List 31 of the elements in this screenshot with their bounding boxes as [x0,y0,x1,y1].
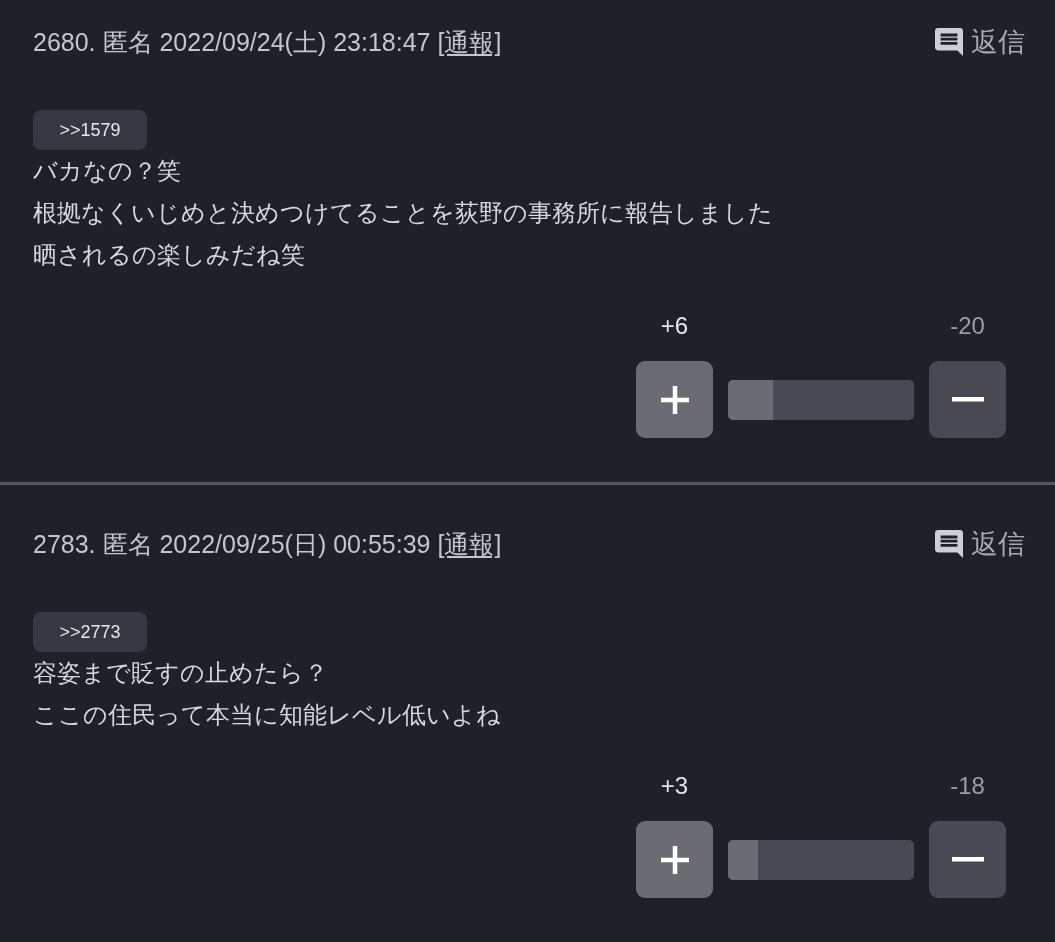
plus-icon [658,843,691,876]
upvote-count: +6 [660,311,689,341]
reply-button[interactable]: 返信 [935,526,1025,562]
report-link[interactable]: [通報] [437,526,502,562]
reply-button[interactable]: 返信 [935,24,1025,60]
post-number: 2783. [33,529,96,560]
minus-icon [951,857,984,862]
post-text-line: ここの住民って本当に知能レベル低いよね [33,700,502,730]
comment-icon [935,28,963,56]
upvote-button[interactable] [636,361,713,438]
post-text-line: バカなの？笑 [33,156,182,186]
report-link[interactable]: [通報] [437,24,502,60]
downvote-button[interactable] [929,361,1006,438]
upvote-count: +3 [660,771,689,801]
minus-icon [951,397,984,402]
downvote-count: -20 [950,311,985,341]
post-text-line: 根拠なくいじめと決めつけてることを荻野の事務所に報告しました [33,198,774,228]
upvote-button[interactable] [636,821,713,898]
downvote-button[interactable] [929,821,1006,898]
post-text-line: 晒されるの楽しみだね笑 [33,240,306,270]
post-timestamp: 2022/09/24(土) 23:18:47 [159,27,431,58]
plus-icon [658,383,691,416]
reply-anchor-link[interactable]: >>2773 [33,612,147,652]
downvote-count: -18 [950,771,985,801]
author-name: 匿名 [102,27,153,58]
reply-anchor-link[interactable]: >>1579 [33,110,147,150]
author-name: 匿名 [102,529,153,560]
post-number: 2680. [33,27,96,58]
post-text-line: 容姿まで貶すの止めたら？ [33,658,329,688]
post-timestamp: 2022/09/25(日) 00:55:39 [159,529,431,560]
comment-icon [935,530,963,558]
